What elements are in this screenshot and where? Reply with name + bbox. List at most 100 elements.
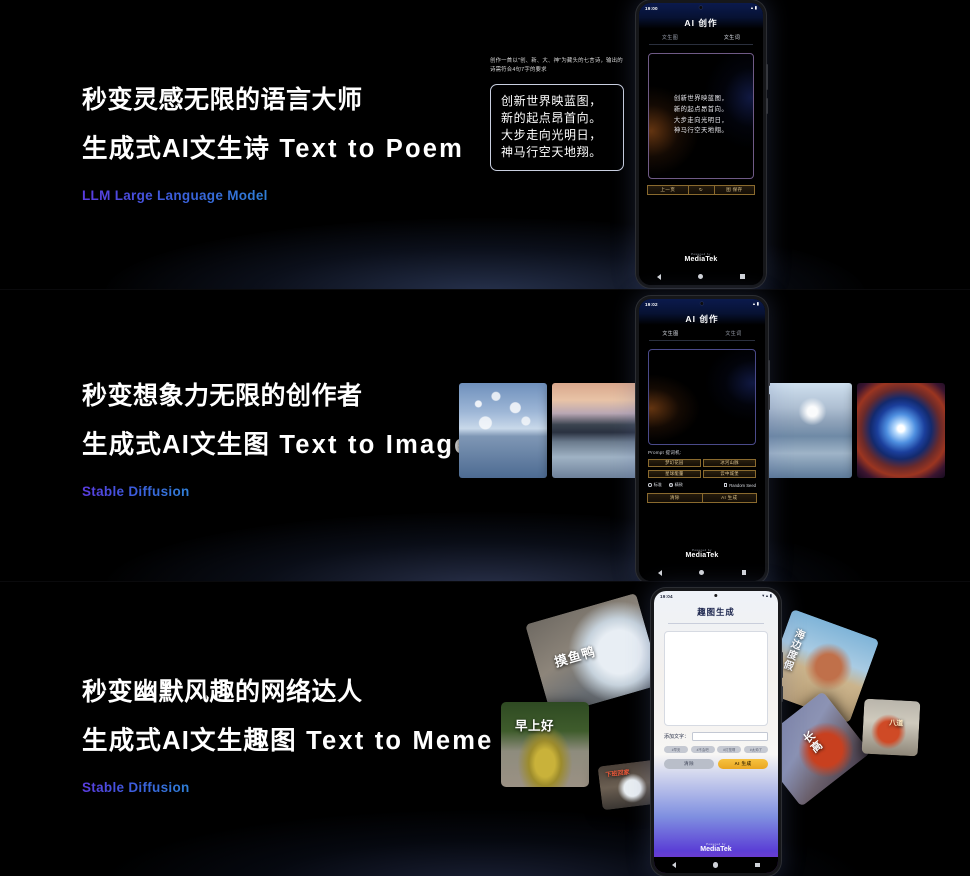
poem-line: 新的起点昂首向。 [501, 110, 602, 125]
tab-text-to-image[interactable]: 文生图 [639, 34, 701, 44]
poem-controls: 上一页 ↻ 图 保存 [647, 184, 755, 195]
poem-result-canvas: 创新世界映蓝图， 新的起点昂首向。 大步走向光明日， 神马行空天地翔。 [648, 52, 754, 179]
add-text-label: 添加文字： [664, 734, 690, 740]
prompt-chip-planet-energy[interactable]: 星球能量 [648, 469, 701, 478]
meme-card-caption: 早上好 [515, 719, 555, 733]
tab-bar-poem: 文生图 文生词 [639, 34, 763, 44]
generated-image-thumbnail [857, 383, 945, 478]
app-title-poem: AI 创作 [684, 18, 718, 28]
prompt-chip-dream-garden[interactable]: 梦幻花园 [648, 458, 701, 467]
phone-side-button[interactable] [768, 360, 770, 386]
generated-image-thumbnail [552, 383, 640, 478]
headline-main-cn-meme: 生成式AI文生趣图 [82, 727, 297, 755]
back-icon[interactable] [657, 569, 662, 576]
option-standard-label: 标准 [653, 482, 662, 487]
previous-page-button[interactable]: 上一页 [647, 184, 689, 195]
option-random-seed[interactable]: Random Seed [723, 483, 756, 488]
mediatek-logo: MediaTek [684, 256, 718, 263]
generate-button[interactable]: AI 生成 [718, 759, 768, 769]
signal-icon: ▴ [752, 301, 756, 307]
tag-chip[interactable]: #灯笼啊 [717, 746, 742, 753]
icy-shore-art [764, 383, 852, 478]
poem-annotation: 创作一首以"创、新、大、神"为藏头的七言诗，输出的诗需符合4句7字的要求 创新世… [490, 57, 624, 171]
prompt-label: Prompt 提词机: [648, 449, 682, 455]
tab-text-to-image[interactable]: 文生图 [639, 330, 702, 340]
option-fine[interactable]: 精致 [668, 482, 683, 488]
battery-icon: ▮ [756, 301, 759, 307]
android-nav-bar [639, 564, 765, 581]
headline-main-poem: 生成式AI文生诗 Text to Poem [82, 136, 464, 163]
subtitle-meme: Stable Diffusion [82, 779, 190, 795]
phone-side-button[interactable] [766, 64, 768, 90]
phone-side-button[interactable] [781, 652, 783, 678]
headline-main-en-image: Text to Image [279, 431, 471, 459]
copy-block-image: 秒变想象力无限的创作者 生成式AI文生图 Text to Image Stabl… [82, 384, 470, 501]
poem-result-line: 神马行空天地翔。 [673, 127, 729, 135]
mediatek-logo: MediaTek [685, 552, 719, 559]
meme-preview-canvas[interactable] [664, 631, 768, 726]
generated-image-thumbnail [764, 383, 852, 478]
option-standard[interactable]: 标准 [648, 482, 662, 488]
phone-screen-poem: 19:00 ▴ ▮ AI 创作 文生图 文生词 创新世界映蓝图， 新的起点昂首向… [639, 3, 763, 285]
android-nav-bar [654, 857, 778, 873]
headline-poem: 秒变灵感无限的语言大师 [82, 86, 363, 114]
generate-button[interactable]: AI 生成 [702, 493, 757, 503]
tag-suggestions: #早安 #不会吧 #灯笼啊 #太帅了 [664, 746, 768, 753]
title-divider [668, 623, 764, 624]
powered-by-label: Powered by [692, 547, 712, 552]
back-icon[interactable] [657, 273, 662, 280]
home-icon[interactable] [698, 569, 705, 576]
phone-power-button[interactable] [781, 686, 783, 702]
poem-result-line: 创新世界映蓝图， [673, 94, 729, 102]
promo-page: 秒变灵感无限的语言大师 生成式AI文生诗 Text to Poem LLM La… [0, 0, 970, 876]
poem-result-text: 创新世界映蓝图， 新的起点昂首向。 大步走向光明日， 神马行空天地翔。 [674, 94, 728, 137]
recents-icon[interactable] [755, 862, 760, 868]
tag-chip[interactable]: #不会吧 [690, 746, 715, 753]
add-text-input[interactable] [692, 732, 768, 741]
image-actions: 清除 AI 生成 [647, 493, 757, 503]
refresh-icon[interactable]: ↻ [688, 184, 715, 195]
clear-button[interactable]: 清除 [647, 493, 703, 503]
tag-chip[interactable]: #早安 [664, 746, 689, 753]
phone-power-button[interactable] [766, 98, 768, 114]
android-nav-bar [639, 268, 763, 285]
save-button[interactable]: 图 保存 [714, 184, 755, 195]
status-time: 19:02 [645, 302, 658, 307]
poem-line: 大步走向光明日， [501, 127, 602, 142]
mediatek-branding: Powered by MediaTek [639, 548, 765, 560]
back-icon[interactable] [672, 862, 677, 868]
app-title-image: AI 创作 [685, 314, 719, 324]
headline-main-image: 生成式AI文生图 Text to Image [82, 431, 471, 459]
phone-mockup-poem: 19:00 ▴ ▮ AI 创作 文生图 文生词 创新世界映蓝图， 新的起点昂首向… [636, 0, 768, 288]
home-icon[interactable] [712, 862, 719, 868]
powered-by-label: Powered by [706, 841, 726, 846]
phone-screen-meme: 19:04 ▾ ▴ ▮ 趣图生成 添加文字： #早安 #不会吧 #灯笼啊 #太帅… [654, 591, 778, 873]
poem-result-line: 大步走向光明日， [673, 116, 729, 124]
checkbox-icon [723, 483, 728, 487]
recents-icon[interactable] [740, 274, 745, 279]
signal-icon: ▴ [765, 593, 769, 599]
radio-checked-icon [668, 483, 673, 487]
copy-block-meme: 秒变幽默风趣的网络达人 生成式AI文生趣图 Text to Meme Stabl… [82, 680, 494, 797]
battery-icon: ▮ [769, 593, 772, 599]
prompt-chip-cloud-castle[interactable]: 云中城堡 [703, 469, 756, 478]
tab-text-to-poem[interactable]: 文生词 [701, 34, 763, 44]
battery-icon: ▮ [754, 5, 757, 11]
phone-mockup-image: 19:02 ▴ ▮ AI 创作 文生图 文生词 Prompt 提词机: 梦幻花园… [636, 296, 770, 584]
recents-icon[interactable] [741, 570, 747, 575]
clear-button[interactable]: 清除 [664, 759, 714, 769]
headline-meme: 秒变幽默风趣的网络达人 [82, 678, 363, 706]
tab-divider [649, 43, 753, 45]
phone-power-button[interactable] [768, 394, 770, 410]
poem-result-line: 新的起点昂首向。 [673, 105, 729, 113]
headline-main-cn-image: 生成式AI文生图 [82, 431, 271, 459]
mediatek-branding: Powered by MediaTek [639, 252, 763, 264]
prompt-chip-glacier-mountain[interactable]: 冰河山脉 [703, 458, 756, 467]
wifi-icon: ▾ [762, 593, 765, 599]
phone-screen-image: 19:02 ▴ ▮ AI 创作 文生图 文生词 Prompt 提词机: 梦幻花园… [639, 299, 765, 581]
option-fine-label: 精致 [674, 482, 683, 487]
tag-chip[interactable]: #太帅了 [743, 746, 768, 753]
tab-text-to-poem[interactable]: 文生词 [702, 330, 765, 340]
home-icon[interactable] [697, 273, 704, 280]
cosmic-vortex-art [857, 383, 945, 478]
